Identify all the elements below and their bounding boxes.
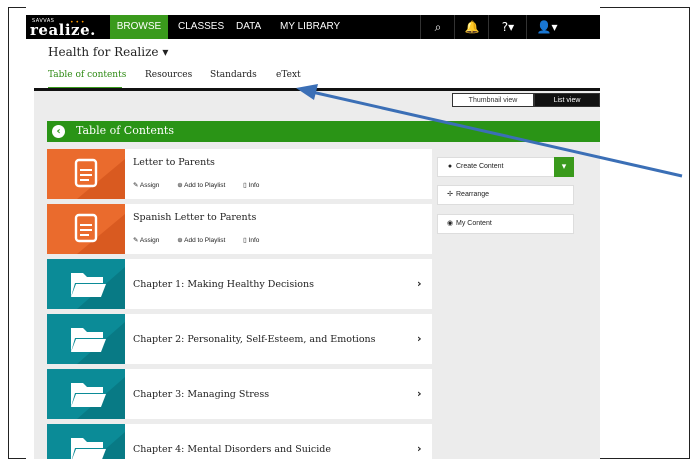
chapter-row[interactable]: Chapter 4: Mental Disorders and Suicide … [47, 424, 432, 459]
app-window: SAVVAS • • • realize. BROWSE CLASSES DAT… [26, 7, 600, 459]
back-arrow-icon[interactable]: ‹ [52, 125, 65, 138]
folder-icon [71, 432, 125, 459]
tab-table-of-contents[interactable]: Table of contents [48, 70, 126, 80]
table-of-contents-header: ‹ Table of Contents [47, 121, 600, 142]
search-icon[interactable]: ⌕ [420, 15, 455, 39]
document-icon [74, 158, 125, 199]
logo-wordmark: realize. [30, 21, 96, 39]
info-link[interactable]: ▯ Info [243, 237, 267, 244]
user-icon[interactable]: 👤▾ [526, 15, 567, 39]
document-tile [47, 149, 125, 199]
move-icon: ✢ [447, 191, 453, 198]
create-content-label: Create Content [456, 163, 504, 170]
program-title-dropdown[interactable]: Health for Realize ▾ [48, 45, 168, 59]
item-actions: ✎ Assign ⊕ Add to Playlist ▯ Info [133, 181, 275, 189]
assign-link[interactable]: ✎ Assign [133, 237, 167, 244]
chevron-right-icon[interactable]: › [417, 387, 422, 400]
tab-etext[interactable]: eText [276, 70, 301, 80]
chapter-title[interactable]: Chapter 2: Personality, Self-Esteem, and… [133, 334, 376, 345]
chapter-row[interactable]: Chapter 3: Managing Stress › [47, 369, 432, 419]
my-content-button[interactable]: ◉ My Content [437, 214, 574, 234]
folder-icon [71, 322, 125, 364]
document-icon [74, 213, 125, 254]
item-title[interactable]: Letter to Parents [133, 157, 215, 168]
item-title[interactable]: Spanish Letter to Parents [133, 212, 256, 223]
folder-tile [47, 424, 125, 459]
assign-link[interactable]: ✎ Assign [133, 182, 167, 189]
rearrange-button[interactable]: ✢ Rearrange [437, 185, 574, 205]
info-label: Info [248, 182, 260, 189]
savvas-realize-logo[interactable]: SAVVAS • • • realize. [30, 15, 110, 39]
nav-tab-my-library[interactable]: MY LIBRARY [280, 15, 340, 39]
list-item[interactable]: Letter to Parents ✎ Assign ⊕ Add to Play… [47, 149, 432, 199]
chevron-right-icon[interactable]: › [417, 332, 422, 345]
folder-tile [47, 259, 125, 309]
chapter-title[interactable]: Chapter 1: Making Healthy Decisions [133, 279, 314, 290]
assign-label: Assign [139, 237, 160, 244]
item-actions: ✎ Assign ⊕ Add to Playlist ▯ Info [133, 236, 275, 244]
list-view-button[interactable]: List view [534, 93, 600, 107]
folder-icon [71, 267, 125, 309]
chevron-down-icon[interactable]: ▾ [554, 157, 574, 177]
info-link[interactable]: ▯ Info [243, 182, 267, 189]
add-to-playlist-label: Add to Playlist [184, 182, 226, 189]
assign-label: Assign [139, 182, 160, 189]
thumbnail-view-button[interactable]: Thumbnail view [452, 93, 534, 107]
top-navigation-bar: SAVVAS • • • realize. BROWSE CLASSES DAT… [26, 15, 600, 39]
folder-tile [47, 369, 125, 419]
nav-tab-classes[interactable]: CLASSES [178, 15, 224, 39]
rearrange-label: Rearrange [456, 191, 490, 198]
add-to-playlist-link[interactable]: ⊕ Add to Playlist [177, 182, 233, 189]
chapter-row[interactable]: Chapter 1: Making Healthy Decisions › [47, 259, 432, 309]
plus-circle-icon: ● [447, 163, 453, 170]
chevron-right-icon[interactable]: › [417, 442, 422, 455]
nav-tab-browse[interactable]: BROWSE [110, 15, 168, 39]
add-to-playlist-link[interactable]: ⊕ Add to Playlist [177, 237, 233, 244]
folder-tile [47, 314, 125, 364]
bell-icon[interactable]: 🔔 [454, 15, 489, 39]
toc-title: Table of Contents [76, 124, 175, 137]
chapter-title[interactable]: Chapter 4: Mental Disorders and Suicide [133, 444, 331, 455]
chapter-row[interactable]: Chapter 2: Personality, Self-Esteem, and… [47, 314, 432, 364]
folder-icon [71, 377, 125, 419]
info-label: Info [248, 237, 260, 244]
tab-standards[interactable]: Standards [210, 70, 257, 80]
nav-tab-data[interactable]: DATA [236, 15, 261, 39]
target-icon: ◉ [446, 220, 454, 227]
tab-resources[interactable]: Resources [145, 70, 192, 80]
help-icon[interactable]: ?▾ [488, 15, 527, 39]
chevron-right-icon[interactable]: › [417, 277, 422, 290]
chapter-title[interactable]: Chapter 3: Managing Stress [133, 389, 269, 400]
add-to-playlist-label: Add to Playlist [184, 237, 226, 244]
my-content-label: My Content [456, 220, 492, 227]
list-item[interactable]: Spanish Letter to Parents ✎ Assign ⊕ Add… [47, 204, 432, 254]
document-tile [47, 204, 125, 254]
